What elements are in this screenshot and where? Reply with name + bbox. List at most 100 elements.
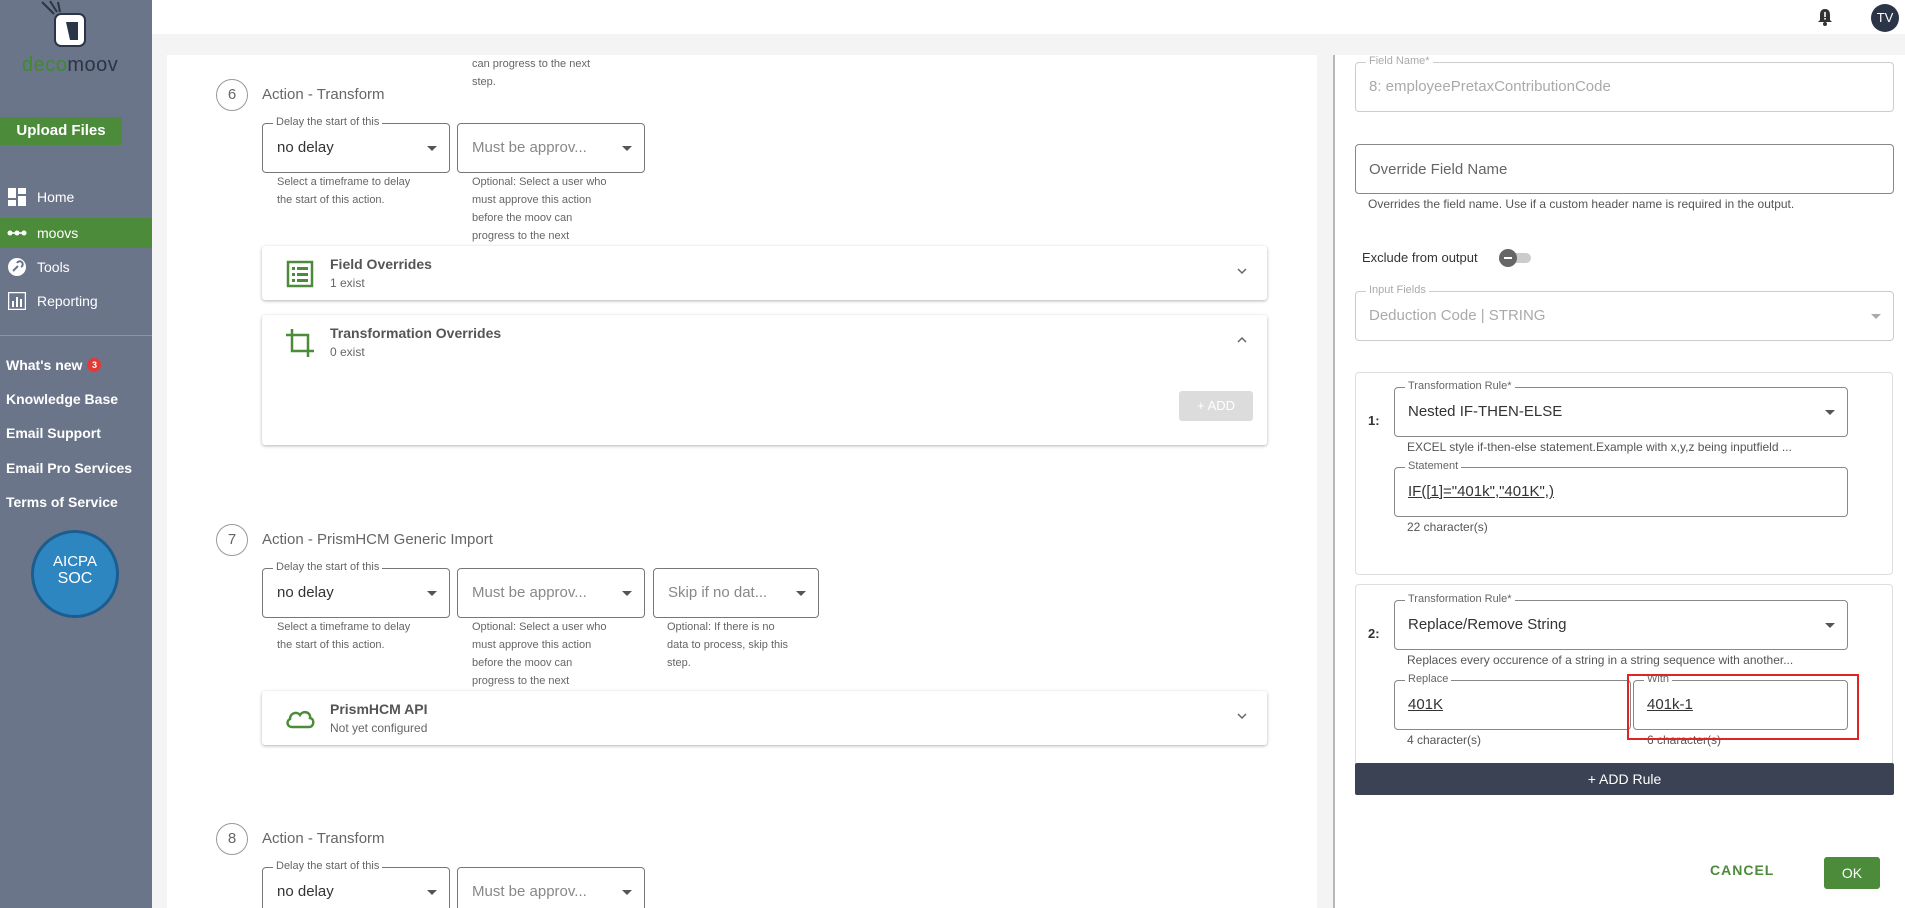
step7-skip-select[interactable]: Skip if no dat... bbox=[653, 568, 819, 618]
step6-delay-select[interactable]: Delay the start of this no delay bbox=[262, 116, 450, 173]
sidebar-divider bbox=[0, 335, 152, 336]
aicpa-soc-badge: AICPA SOC bbox=[31, 530, 119, 618]
chevron-down-icon[interactable] bbox=[1237, 711, 1247, 721]
chevron-down-icon bbox=[622, 591, 632, 596]
override-field-name-input[interactable]: Override Field Name bbox=[1355, 144, 1894, 194]
prismhcm-api-panel[interactable]: PrismHCM API Not yet configured bbox=[262, 691, 1267, 745]
input-fields-value: Deduction Code | STRING bbox=[1369, 307, 1546, 324]
sidebar: decomoov Upload Files Home moovs Tools R… bbox=[0, 0, 152, 908]
rule-1-type-value: Nested IF-THEN-ELSE bbox=[1408, 403, 1563, 420]
step7-delay-label: Delay the start of this bbox=[273, 561, 383, 573]
chevron-down-icon bbox=[622, 890, 632, 895]
field-overrides-title: Field Overrides bbox=[330, 256, 432, 272]
chevron-down-icon bbox=[622, 146, 632, 151]
dots-icon bbox=[7, 223, 27, 243]
step7-approver-select[interactable]: Must be approv... bbox=[457, 568, 645, 618]
nav-home-label: Home bbox=[37, 189, 75, 205]
nav-reporting[interactable]: Reporting bbox=[0, 286, 152, 316]
chevron-up-icon[interactable] bbox=[1237, 335, 1247, 345]
nav-home[interactable]: Home bbox=[0, 182, 152, 212]
rule-2-number: 2: bbox=[1368, 626, 1380, 641]
notification-bell-icon[interactable] bbox=[1815, 7, 1835, 27]
field-name-value: 8: employeePretaxContributionCode bbox=[1369, 78, 1611, 95]
cancel-button[interactable]: CANCEL bbox=[1710, 862, 1774, 878]
rule-1-statement-value: IF([1]="401k","401K",) bbox=[1408, 483, 1554, 500]
chevron-down-icon bbox=[796, 591, 806, 596]
field-overrides-panel[interactable]: Field Overrides 1 exist bbox=[262, 246, 1267, 300]
toggle-thumb bbox=[1499, 249, 1517, 267]
user-avatar[interactable]: TV bbox=[1871, 4, 1899, 32]
soc-bottom-label: SOC bbox=[57, 570, 93, 587]
upload-files-button[interactable]: Upload Files bbox=[0, 117, 122, 145]
transformation-overrides-title: Transformation Overrides bbox=[330, 325, 502, 341]
whats-new-label: What's new bbox=[6, 357, 83, 373]
ok-button[interactable]: OK bbox=[1824, 857, 1880, 889]
rule-1-type-select[interactable]: Transformation Rule* Nested IF-THEN-ELSE bbox=[1394, 380, 1848, 437]
step7-title: Action - PrismHCM Generic Import bbox=[262, 531, 493, 548]
add-rule-button[interactable]: + ADD Rule bbox=[1355, 763, 1894, 795]
rule-2-type-value: Replace/Remove String bbox=[1408, 616, 1567, 633]
add-transformation-override-button[interactable]: + ADD bbox=[1179, 391, 1253, 421]
rule-1-statement-input[interactable]: Statement IF([1]="401k","401K",) bbox=[1394, 460, 1848, 517]
email-support-link[interactable]: Email Support bbox=[6, 425, 101, 441]
transformation-overrides-panel: Transformation Overrides 0 exist + ADD bbox=[262, 315, 1267, 445]
nav-reporting-label: Reporting bbox=[37, 293, 98, 309]
list-icon bbox=[286, 260, 314, 288]
terms-of-service-link[interactable]: Terms of Service bbox=[6, 494, 118, 510]
step6-approver-placeholder: Must be approv... bbox=[472, 139, 587, 156]
step6-title: Action - Transform bbox=[262, 86, 385, 103]
topbar bbox=[152, 0, 1905, 34]
step8-approver-select[interactable]: Must be approv... bbox=[457, 867, 645, 908]
logo-suffix: moov bbox=[67, 54, 119, 76]
step7-approver-help: Optional: Select a user who must approve… bbox=[472, 621, 607, 687]
whats-new-badge: 3 bbox=[87, 358, 102, 372]
nav-tools-label: Tools bbox=[37, 259, 70, 275]
chevron-down-icon bbox=[1825, 623, 1835, 628]
step6-delay-help: Select a timeframe to delay the start of… bbox=[277, 176, 411, 206]
input-fields-select: Input Fields Deduction Code | STRING bbox=[1355, 284, 1894, 341]
step6-approver-select[interactable]: Must be approv... bbox=[457, 123, 645, 173]
step7-delay-help: Select a timeframe to delay the start of… bbox=[277, 621, 411, 651]
whats-new-link[interactable]: What's new 3 bbox=[6, 357, 102, 373]
soc-top-label: AICPA bbox=[53, 553, 97, 570]
step6-delay-value: no delay bbox=[277, 139, 334, 156]
rule-2-replace-label: Replace bbox=[1405, 673, 1452, 685]
step7-delay-select[interactable]: Delay the start of this no delay bbox=[262, 561, 450, 618]
rule-2-type-select[interactable]: Transformation Rule* Replace/Remove Stri… bbox=[1394, 593, 1848, 650]
rule-1-statement-count: 22 character(s) bbox=[1407, 520, 1488, 534]
exclude-from-output-label: Exclude from output bbox=[1362, 250, 1478, 265]
field-name-label: Field Name* bbox=[1366, 55, 1433, 67]
rule-2-replace-input[interactable]: Replace 401K bbox=[1394, 673, 1631, 730]
step8-delay-select[interactable]: Delay the start of this no delay bbox=[262, 860, 450, 908]
field-overrides-count: 1 exist bbox=[330, 276, 365, 290]
override-field-help: Overrides the field name. Use if a custo… bbox=[1368, 197, 1795, 211]
input-fields-label: Input Fields bbox=[1366, 284, 1429, 296]
transformation-overrides-count: 0 exist bbox=[330, 345, 365, 359]
chevron-down-icon[interactable] bbox=[1237, 266, 1247, 276]
exclude-from-output-toggle[interactable] bbox=[1499, 249, 1533, 267]
nav-tools[interactable]: Tools bbox=[0, 252, 152, 282]
chart-icon bbox=[7, 291, 27, 311]
prismhcm-api-status: Not yet configured bbox=[330, 721, 428, 735]
step7-skip-help: Optional: If there is no data to process… bbox=[667, 621, 789, 669]
prismhcm-api-title: PrismHCM API bbox=[330, 701, 428, 717]
rule-2-help: Replaces every occurence of a string in … bbox=[1407, 653, 1794, 667]
rule-1-statement-label: Statement bbox=[1405, 460, 1462, 472]
highlight-box bbox=[1627, 674, 1859, 740]
chevron-down-icon bbox=[427, 890, 437, 895]
drawer-divider bbox=[1333, 55, 1335, 908]
email-pro-services-link[interactable]: Email Pro Services bbox=[6, 460, 132, 476]
step7-approver-placeholder: Must be approv... bbox=[472, 584, 587, 601]
knowledge-base-link[interactable]: Knowledge Base bbox=[6, 391, 118, 407]
step7-skip-placeholder: Skip if no dat... bbox=[668, 584, 768, 601]
nav-moovs-label: moovs bbox=[37, 225, 79, 241]
step6-approver-help: Optional: Select a user who must approve… bbox=[472, 176, 607, 242]
rule-2-replace-value: 401K bbox=[1408, 696, 1444, 713]
step8-number: 8 bbox=[216, 823, 248, 855]
rule-1-help: EXCEL style if-then-else statement.Examp… bbox=[1407, 440, 1792, 454]
rule-2-replace-count: 4 character(s) bbox=[1407, 733, 1482, 747]
logo-prefix: deco bbox=[22, 54, 68, 76]
step7-number: 7 bbox=[216, 524, 248, 556]
nav-moovs[interactable]: moovs bbox=[0, 218, 152, 248]
step8-title: Action - Transform bbox=[262, 830, 385, 847]
